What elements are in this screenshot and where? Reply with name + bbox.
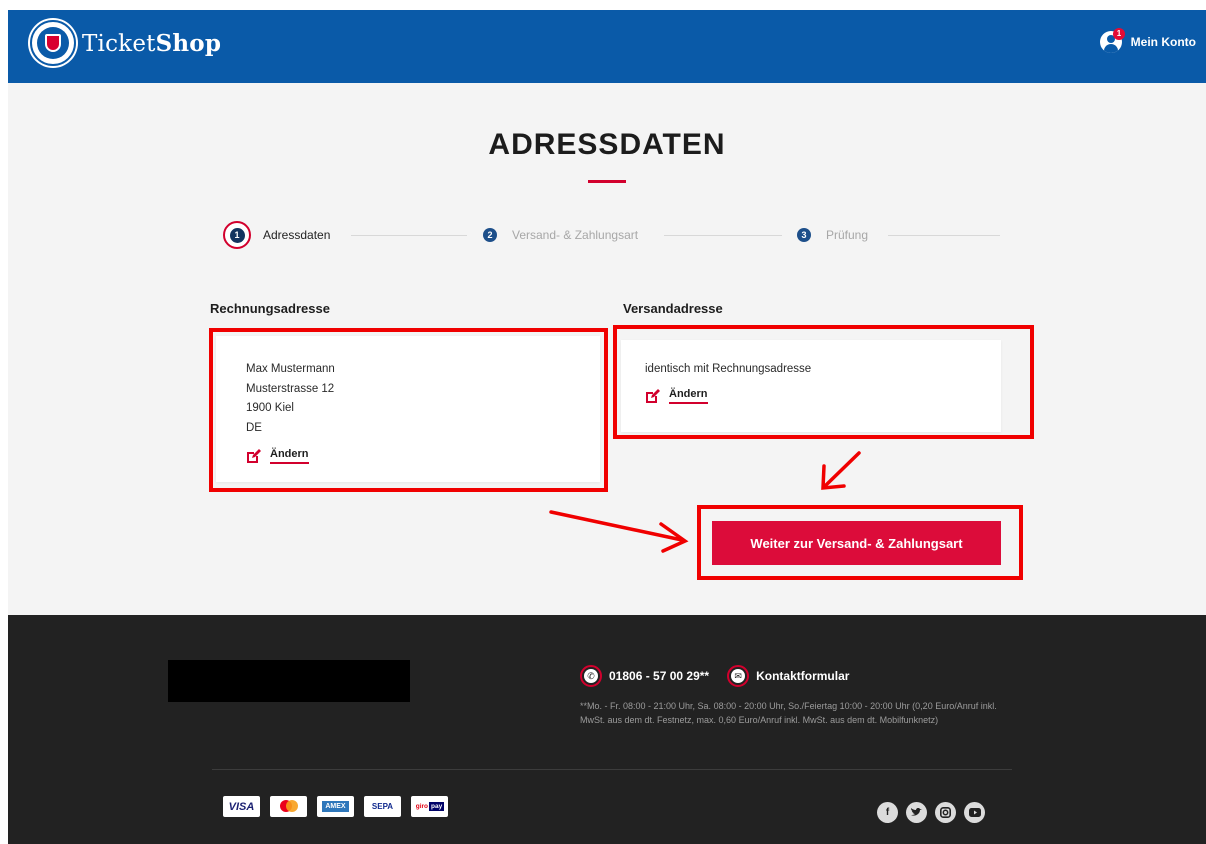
giropay-icon: giro pay [411,796,448,817]
mail-icon: ✉ [727,665,750,687]
arrow-down-line [823,451,861,488]
sepa-icon: SEPA [364,796,401,817]
youtube-icon[interactable] [964,802,985,823]
redacted-block [168,660,410,702]
facebook-icon[interactable]: f [877,802,898,823]
page: TicketShop Mein Konto 1 ADRESSDATEN 1 Ad… [8,10,1206,844]
phone-icon: ✆ [580,665,602,687]
phone-link[interactable]: ✆ 01806 - 57 00 29** [580,665,709,687]
payment-methods: VISA AMEX SEPA giro pay [223,796,458,817]
mastercard-icon [270,796,307,817]
contact-form-label: Kontaktformular [756,669,850,683]
contact-form-link[interactable]: ✉ Kontaktformular [727,665,849,687]
twitter-icon[interactable] [906,802,927,823]
amex-icon: AMEX [317,796,354,817]
contact-row: ✆ 01806 - 57 00 29** ✉ Kontaktformular [580,665,867,687]
footer: ✆ 01806 - 57 00 29** ✉ Kontaktformular *… [8,615,1206,844]
social-links: f [877,802,993,823]
instagram-icon[interactable] [935,802,956,823]
amex-label: AMEX [322,801,349,812]
phone-number: 01806 - 57 00 29** [609,669,710,683]
hotline-note: **Mo. - Fr. 08:00 - 21:00 Uhr, Sa. 08:00… [580,701,997,725]
footer-divider [212,769,1012,770]
visa-icon: VISA [223,796,260,817]
